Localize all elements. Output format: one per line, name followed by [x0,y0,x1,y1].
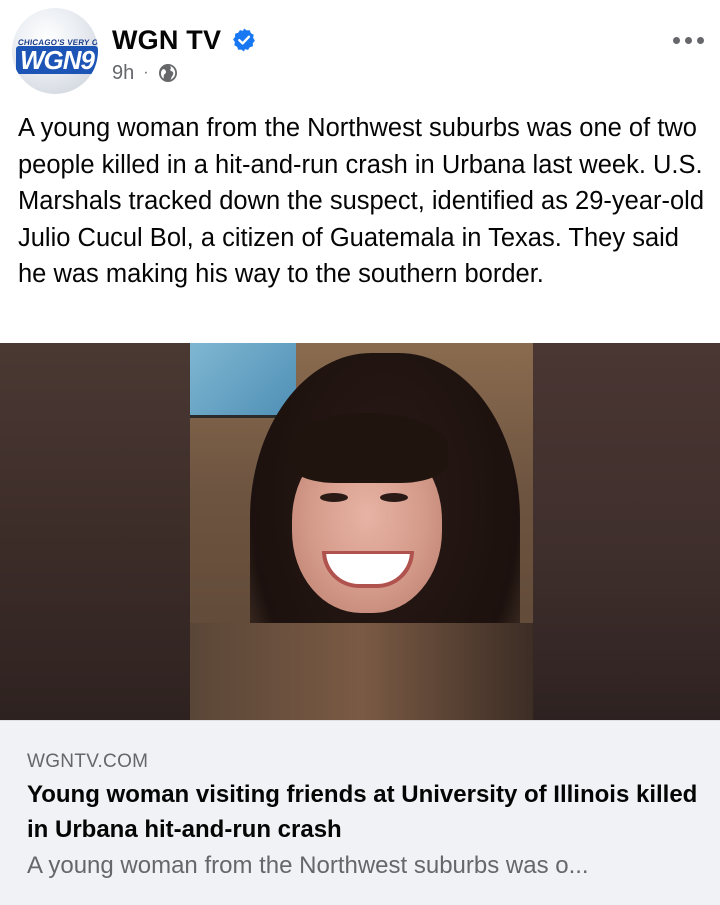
post-photo[interactable] [0,343,720,720]
link-title[interactable]: Young woman visiting friends at Universi… [27,777,707,847]
photo-eye-left [320,493,348,502]
post-text: A young woman from the Northwest suburbs… [18,114,705,289]
more-dot [684,36,692,44]
photo-blur-left [0,343,190,720]
verified-badge-icon [231,27,257,53]
link-preview-card[interactable]: WGNTV.COM Young woman visiting friends a… [0,720,720,905]
photo-background-screen [190,343,296,418]
link-domain: WGNTV.COM [27,751,149,772]
photo-eye-right [380,493,408,502]
photo-blur-right [533,343,720,720]
more-dot [672,36,680,44]
more-options-icon[interactable] [668,28,708,52]
photo-bangs [288,413,448,483]
facebook-post: CHICAGO'S VERY OWN WGN9 WGN TV 9h · A yo… [0,0,720,905]
avatar-logo-text: WGN9 [16,46,98,74]
post-header: CHICAGO'S VERY OWN WGN9 WGN TV 9h · [0,0,720,100]
page-avatar[interactable]: CHICAGO'S VERY OWN WGN9 [12,8,98,94]
page-name[interactable]: WGN TV [112,25,221,56]
photo-shirt [190,623,533,720]
post-meta: 9h · [112,60,178,86]
page-name-row: WGN TV [112,22,257,58]
more-dot [696,36,704,44]
meta-separator: · [143,64,149,81]
link-description: A young woman from the Northwest suburbs… [27,852,589,879]
post-timestamp[interactable]: 9h [112,62,134,85]
globe-icon[interactable] [158,63,178,83]
